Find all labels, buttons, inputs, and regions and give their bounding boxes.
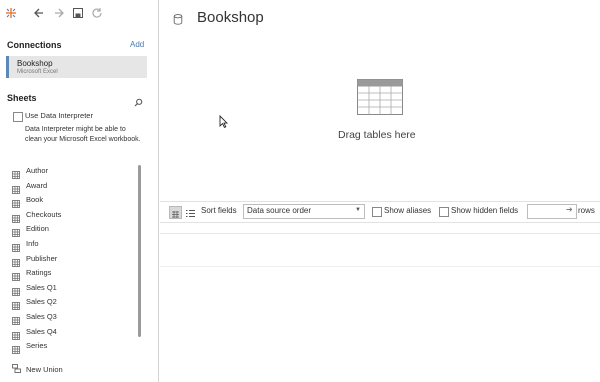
sheet-item-label: Sales Q4 xyxy=(26,326,57,336)
sheets-title: Sheets xyxy=(7,93,37,103)
sheet-item-label: Publisher xyxy=(26,253,58,263)
sheet-item-label: Book xyxy=(26,194,44,204)
sheet-item-label: Ratings xyxy=(26,267,52,277)
data-interpreter-description: Data Interpreter might be able to clean … xyxy=(25,126,141,143)
sheet-item[interactable]: Edition xyxy=(12,221,136,237)
show-aliases-checkbox[interactable] xyxy=(372,207,382,217)
sheet-item[interactable]: Info xyxy=(12,236,136,252)
sheet-item-label: Info xyxy=(26,238,39,248)
sheet-item[interactable]: Ratings xyxy=(12,265,136,281)
left-pane: Connections Add Bookshop Microsoft Excel… xyxy=(0,0,159,382)
forward-arrow-icon[interactable] xyxy=(50,4,68,22)
new-union-item[interactable]: New Union xyxy=(12,360,63,378)
connection-item-bookshop[interactable]: Bookshop Microsoft Excel xyxy=(6,56,147,78)
sheet-table-icon xyxy=(12,224,20,237)
tableau-logo-icon[interactable] xyxy=(2,4,20,22)
connection-name: Bookshop xyxy=(17,59,53,68)
sheet-item-label: Award xyxy=(26,180,48,190)
sheet-item[interactable]: Award xyxy=(12,178,136,194)
sheet-item-label: Sales Q1 xyxy=(26,282,57,292)
sheet-list-scrollbar[interactable] xyxy=(138,165,141,337)
sheet-item[interactable]: Sales Q2 xyxy=(12,294,136,310)
toolbar xyxy=(0,0,158,28)
sheet-table-icon xyxy=(12,195,20,208)
save-icon[interactable] xyxy=(69,4,87,22)
search-icon[interactable] xyxy=(134,94,143,112)
add-connection-link[interactable]: Add xyxy=(130,40,144,49)
rows-label: rows xyxy=(578,206,595,215)
drag-tables-hint: Drag tables here xyxy=(338,129,416,141)
sheet-item-label: Series xyxy=(26,340,48,350)
sheet-item[interactable]: Checkouts xyxy=(12,207,136,223)
sheet-table-icon xyxy=(12,166,20,179)
sheet-item[interactable]: Sales Q4 xyxy=(12,324,136,340)
table-grid-icon xyxy=(357,79,403,120)
sheet-table-icon xyxy=(12,239,20,252)
sheet-item-label: Sales Q2 xyxy=(26,296,57,306)
datasource-title[interactable]: Bookshop xyxy=(197,9,264,26)
sheet-table-icon xyxy=(12,341,20,354)
sheet-item[interactable]: Book xyxy=(12,192,136,208)
show-hidden-fields-checkbox[interactable] xyxy=(439,207,449,217)
connection-type: Microsoft Excel xyxy=(17,69,58,75)
new-union-label: New Union xyxy=(26,364,63,374)
sheet-table-icon xyxy=(12,210,20,223)
sheet-table-icon xyxy=(12,312,20,325)
sheet-table-icon xyxy=(12,297,20,310)
sheet-table-icon xyxy=(12,268,20,281)
show-hidden-fields-label: Show hidden fields xyxy=(451,206,519,215)
sheet-item-label: Author xyxy=(26,165,49,175)
datasource-icon xyxy=(173,12,183,30)
grid-view-icon[interactable] xyxy=(169,206,182,219)
arrow-right-icon[interactable]: ➔ xyxy=(566,205,573,214)
refresh-icon[interactable] xyxy=(88,4,106,22)
use-data-interpreter-checkbox[interactable] xyxy=(13,112,23,122)
sheet-table-icon xyxy=(12,283,20,296)
union-icon xyxy=(12,360,21,378)
sheet-table-icon xyxy=(12,254,20,267)
sheet-item-label: Checkouts xyxy=(26,209,62,219)
use-data-interpreter-label: Use Data Interpreter xyxy=(25,111,93,120)
show-aliases-label: Show aliases xyxy=(384,206,432,215)
sheet-item[interactable]: Author xyxy=(12,163,136,179)
list-view-icon[interactable] xyxy=(185,206,196,217)
sheet-item[interactable]: Sales Q3 xyxy=(12,309,136,325)
grid-row-divider xyxy=(160,266,600,267)
sheet-item-label: Sales Q3 xyxy=(26,311,57,321)
sheet-item[interactable]: Publisher xyxy=(12,251,136,267)
grid-header-divider xyxy=(160,233,600,234)
sort-fields-value: Data source order xyxy=(247,206,312,215)
sheet-item-label: Edition xyxy=(26,223,49,233)
mouse-cursor-icon xyxy=(219,114,229,133)
connections-title: Connections xyxy=(7,40,62,50)
chevron-down-icon: ▼ xyxy=(355,207,361,213)
sort-fields-select[interactable]: Data source order ▼ xyxy=(243,204,365,219)
sheet-table-icon xyxy=(12,181,20,194)
sort-fields-label: Sort fields xyxy=(201,206,237,215)
back-arrow-icon[interactable] xyxy=(30,4,48,22)
sheet-item[interactable]: Sales Q1 xyxy=(12,280,136,296)
sheet-table-icon xyxy=(12,327,20,340)
sheet-item[interactable]: Series xyxy=(12,338,136,354)
